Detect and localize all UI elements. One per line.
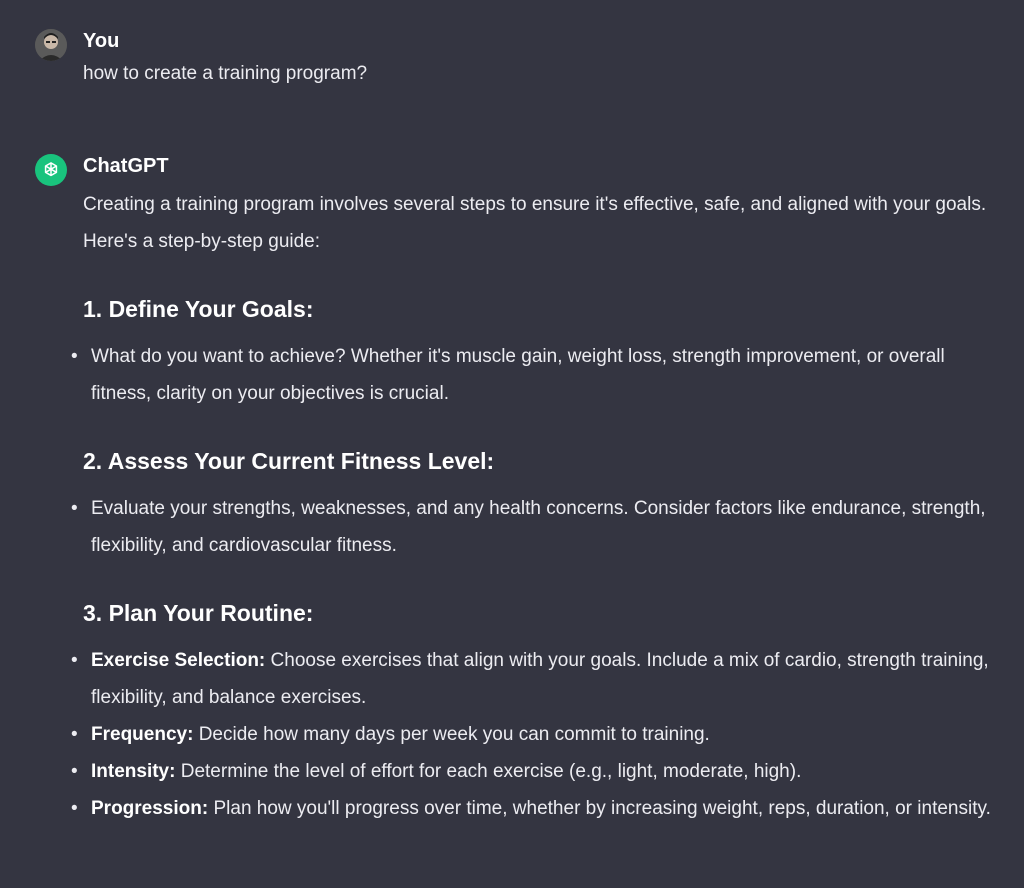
- section-heading: 1. Define Your Goals:: [83, 296, 314, 322]
- list-item: • Intensity: Determine the level of effo…: [71, 753, 1003, 790]
- user-message-text: how to create a training program?: [83, 63, 368, 84]
- list-item-bold: Progression:: [91, 798, 209, 819]
- list-item-bold: Intensity:: [91, 761, 176, 782]
- section-heading: 2. Assess Your Current Fitness Level:: [83, 448, 495, 474]
- list-item: • Progression: Plan how you'll progress …: [71, 790, 1003, 827]
- list-item-bold: Exercise Selection:: [91, 650, 266, 671]
- bullet-icon: •: [71, 346, 78, 367]
- list-item-text: Decide how many days per week you can co…: [193, 724, 710, 745]
- list-item: • Evaluate your strengths, weaknesses, a…: [71, 490, 1003, 564]
- section-list: • Exercise Selection: Choose exercises t…: [71, 642, 1003, 827]
- openai-logo-icon: [44, 162, 58, 177]
- list-item-text: Evaluate your strengths, weaknesses, and…: [91, 498, 986, 556]
- list-item: • Exercise Selection: Choose exercises t…: [71, 642, 1003, 716]
- list-item-text: Plan how you'll progress over time, whet…: [208, 798, 991, 819]
- list-item: • What do you want to achieve? Whether i…: [71, 338, 1003, 412]
- assistant-avatar: [35, 154, 67, 186]
- list-item-text: What do you want to achieve? Whether it'…: [91, 346, 945, 404]
- answer-intro: Creating a training program involves sev…: [83, 194, 987, 252]
- bullet-icon: •: [71, 498, 78, 519]
- assistant-answer: Creating a training program involves sev…: [71, 186, 1003, 827]
- assistant-author-name: ChatGPT: [83, 155, 169, 177]
- bullet-icon: •: [71, 798, 78, 819]
- bullet-icon: •: [71, 724, 78, 745]
- section-list: • What do you want to achieve? Whether i…: [71, 338, 1003, 412]
- bullet-icon: •: [71, 650, 78, 671]
- list-item-bold: Frequency:: [91, 724, 194, 745]
- user-avatar: [35, 29, 67, 61]
- user-author-name: You: [83, 30, 120, 52]
- bullet-icon: •: [71, 761, 78, 782]
- section-heading: 3. Plan Your Routine:: [83, 600, 314, 626]
- list-item-text: Determine the level of effort for each e…: [175, 761, 802, 782]
- list-item: • Frequency: Decide how many days per we…: [71, 716, 1003, 753]
- section-list: • Evaluate your strengths, weaknesses, a…: [71, 490, 1003, 564]
- user-photo-icon: [35, 29, 67, 61]
